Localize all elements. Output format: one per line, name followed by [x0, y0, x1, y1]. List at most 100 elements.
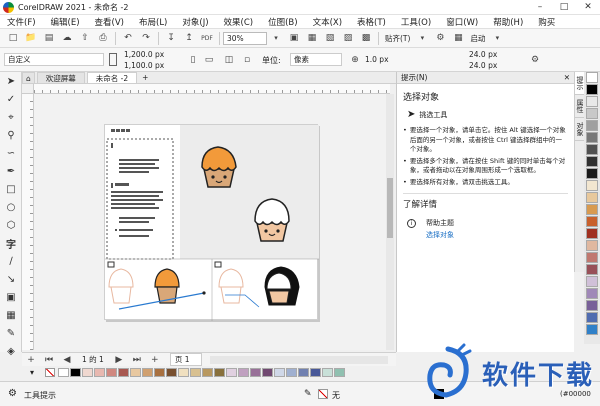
color-swatch[interactable] [586, 120, 598, 131]
close-button[interactable]: ✕ [576, 0, 600, 15]
settings-gear-icon[interactable]: ⚙ [8, 388, 17, 399]
app-launcher-icon[interactable]: ▦ [451, 31, 465, 45]
vertical-ruler[interactable] [22, 94, 34, 350]
color-swatch[interactable] [586, 204, 598, 215]
color-swatch[interactable] [178, 368, 189, 377]
color-swatch[interactable] [274, 368, 285, 377]
menu-layout[interactable]: 布局(L) [132, 16, 175, 28]
palette-options-icon[interactable]: ▾ [30, 368, 34, 377]
color-swatch[interactable] [58, 368, 69, 377]
color-swatch[interactable] [586, 240, 598, 251]
tab-welcome[interactable]: 欢迎屏幕 [36, 72, 85, 83]
text-tool-icon[interactable]: 字 [3, 235, 19, 251]
freehand-tool-icon[interactable]: ∽ [3, 145, 19, 161]
maximize-button[interactable]: □ [552, 0, 576, 15]
rectangle-tool-icon[interactable]: □ [3, 181, 19, 197]
menu-edit[interactable]: 编辑(E) [44, 16, 88, 28]
scroll-thumb[interactable] [387, 178, 393, 238]
menu-window[interactable]: 窗口(W) [439, 16, 486, 28]
document-page[interactable] [104, 124, 319, 321]
color-swatch[interactable] [238, 368, 249, 377]
first-page-icon[interactable]: ⏮ [42, 353, 56, 367]
color-swatch[interactable] [586, 180, 598, 191]
rulers-icon[interactable]: ▦ [305, 31, 319, 45]
menu-buy[interactable]: 购买 [531, 16, 563, 28]
redo-icon[interactable]: ↷ [139, 31, 153, 45]
new-document-icon[interactable]: □ [6, 31, 20, 45]
color-swatch[interactable] [250, 368, 261, 377]
color-swatch[interactable] [586, 192, 598, 203]
duplicate-y-field[interactable]: 24.0 px [466, 60, 512, 70]
color-swatch[interactable] [190, 368, 201, 377]
color-swatch[interactable] [214, 368, 225, 377]
color-swatch[interactable] [586, 96, 598, 107]
color-swatch[interactable] [334, 368, 345, 377]
tab-home-icon[interactable]: ⌂ [22, 72, 35, 83]
current-page-icon[interactable]: ▫ [240, 53, 254, 67]
page-width-field[interactable]: 1,200.0 px [121, 49, 179, 59]
cloud-upload-icon[interactable]: ⇧ [78, 31, 92, 45]
artistic-media-icon[interactable]: ✒ [3, 163, 19, 179]
parallel-dimension-icon[interactable]: ∕ [3, 253, 19, 269]
color-swatch[interactable] [586, 216, 598, 227]
shape-tool-icon[interactable]: ✓ [3, 91, 19, 107]
import-icon[interactable]: ↧ [164, 31, 178, 45]
ruler-origin[interactable] [22, 84, 34, 94]
snap-icon[interactable]: ▩ [359, 31, 373, 45]
menu-help[interactable]: 帮助(H) [486, 16, 531, 28]
chevron-down-icon[interactable]: ▾ [490, 31, 504, 45]
color-swatch[interactable] [586, 84, 598, 95]
color-swatch[interactable] [166, 368, 177, 377]
pick-tool-icon[interactable]: ➤ [3, 73, 19, 89]
menu-file[interactable]: 文件(F) [0, 16, 44, 28]
color-swatch[interactable] [586, 108, 598, 119]
color-swatch[interactable] [262, 368, 273, 377]
portrait-icon[interactable] [109, 53, 117, 66]
polygon-tool-icon[interactable]: ⬡ [3, 217, 19, 233]
interactive-fill-icon[interactable]: ◈ [3, 343, 19, 359]
ellipse-tool-icon[interactable]: ○ [3, 199, 19, 215]
no-color-swatch[interactable] [45, 368, 55, 377]
color-swatch[interactable] [586, 144, 598, 155]
fill-none-swatch[interactable] [318, 389, 328, 399]
color-swatch[interactable] [154, 368, 165, 377]
color-swatch[interactable] [286, 368, 297, 377]
last-page-icon[interactable]: ⏭ [130, 353, 144, 367]
color-swatch[interactable] [586, 72, 598, 83]
options-icon[interactable]: ⚙ [528, 53, 542, 67]
print-icon[interactable]: ⎙ [96, 31, 110, 45]
tab-document[interactable]: 未命名 -2 [86, 72, 138, 83]
shadow-tool-icon[interactable]: ▣ [3, 289, 19, 305]
chevron-down-icon[interactable]: ▾ [269, 31, 283, 45]
pdf-icon[interactable]: PDF [200, 31, 214, 45]
color-swatch[interactable] [106, 368, 117, 377]
minimize-button[interactable]: – [528, 0, 552, 15]
color-swatch[interactable] [586, 264, 598, 275]
menu-bitmaps[interactable]: 位图(B) [261, 16, 305, 28]
zoom-tool-icon[interactable]: ⚲ [3, 127, 19, 143]
color-swatch[interactable] [586, 288, 598, 299]
color-swatch[interactable] [586, 324, 598, 335]
chevron-down-icon[interactable]: ▾ [415, 31, 429, 45]
color-swatch[interactable] [586, 168, 598, 179]
color-swatch[interactable] [586, 252, 598, 263]
color-swatch[interactable] [586, 276, 598, 287]
color-swatch[interactable] [226, 368, 237, 377]
eyedropper-tool-icon[interactable]: ✎ [3, 325, 19, 341]
help-topic-link[interactable]: 选择对象 [426, 230, 454, 240]
open-folder-icon[interactable]: 📁 [24, 31, 38, 45]
fill-eyedropper-icon[interactable]: ✎ [304, 389, 312, 399]
landscape-orientation-icon[interactable]: ▭ [202, 53, 216, 67]
zoom-level-field[interactable]: 30% [223, 31, 267, 45]
color-swatch[interactable] [202, 368, 213, 377]
page-height-field[interactable]: 1,100.0 px [121, 60, 179, 70]
color-swatch[interactable] [586, 228, 598, 239]
color-swatch[interactable] [142, 368, 153, 377]
undo-icon[interactable]: ↶ [121, 31, 135, 45]
add-page-icon[interactable]: + [24, 353, 38, 367]
color-swatch[interactable] [94, 368, 105, 377]
color-swatch[interactable] [130, 368, 141, 377]
menu-effects[interactable]: 效果(C) [217, 16, 262, 28]
menu-text[interactable]: 文本(X) [306, 16, 350, 28]
settings-gear-icon[interactable]: ⚙ [433, 31, 447, 45]
